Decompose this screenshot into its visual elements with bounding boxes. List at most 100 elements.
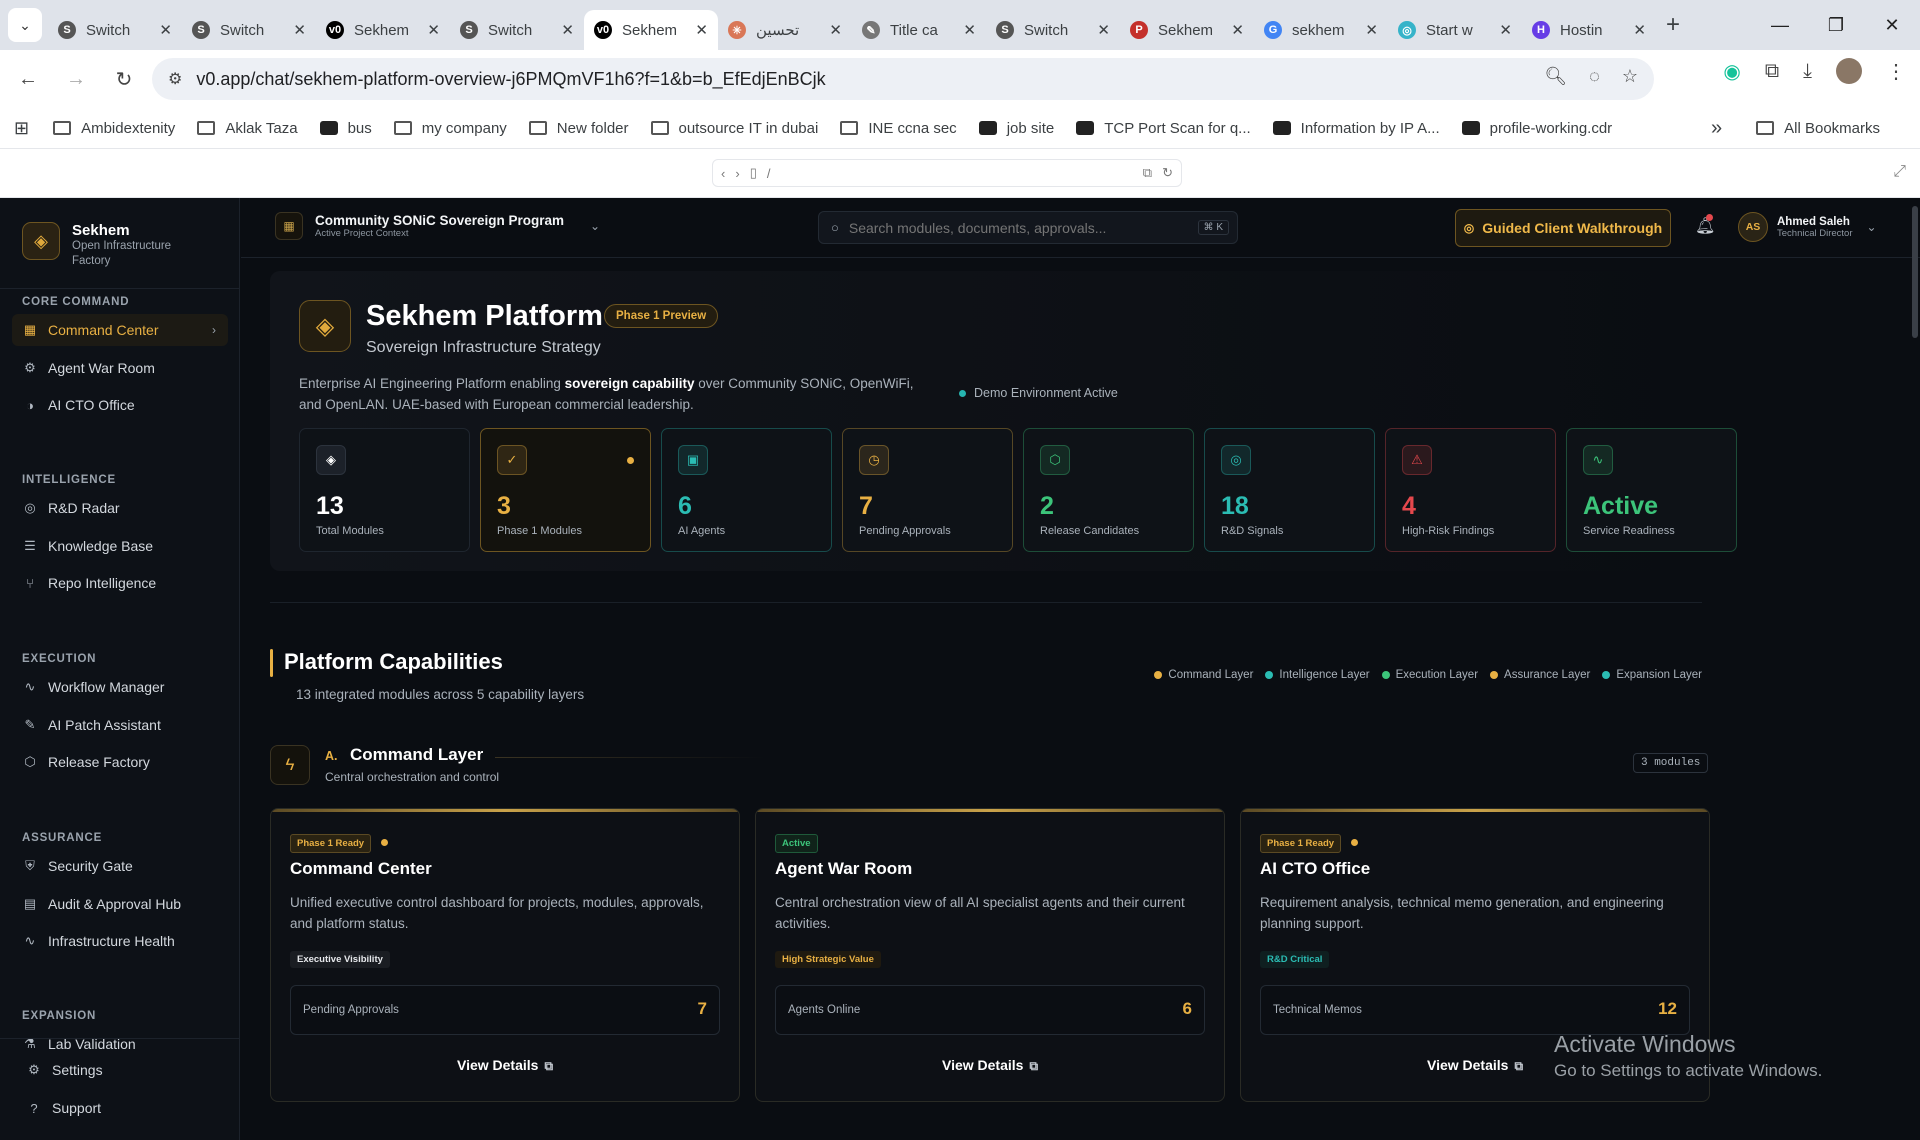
brand[interactable]: ◈ Sekhem Open Infrastructure Factory bbox=[22, 222, 192, 269]
close-tab-icon[interactable]: ✕ bbox=[1231, 21, 1244, 39]
radar-icon: ◎ bbox=[24, 500, 36, 515]
demo-status-label: Demo Environment Active bbox=[974, 386, 1118, 400]
module-card[interactable]: Active Agent War Room Central orchestratio… bbox=[755, 808, 1225, 1102]
sidebar-item-ai-patch-assistant[interactable]: ✎ AI Patch Assistant bbox=[12, 709, 228, 741]
menu-icon[interactable]: ⋮ bbox=[1886, 59, 1906, 84]
browser-tab[interactable]: P Sekhem ✕ bbox=[1120, 10, 1254, 50]
close-tab-icon[interactable]: ✕ bbox=[293, 21, 306, 39]
eye-off-icon[interactable]: ◌ bbox=[1589, 66, 1600, 87]
close-tab-icon[interactable]: ✕ bbox=[427, 21, 440, 39]
bookmark-item[interactable]: my company bbox=[393, 120, 507, 137]
section-title: Platform Capabilities bbox=[284, 649, 503, 674]
stat-card[interactable]: ◈ 13 Total Modules bbox=[299, 428, 470, 552]
close-tab-icon[interactable]: ✕ bbox=[1499, 21, 1512, 39]
chevron-right-icon[interactable]: » bbox=[1711, 117, 1722, 140]
sidebar-item-ai-cto-office[interactable]: ◑ AI CTO Office bbox=[12, 389, 228, 421]
bookmark-item[interactable]: outsource IT in dubai bbox=[650, 120, 818, 137]
sidebar-item-workflow-manager[interactable]: ∿ Workflow Manager bbox=[12, 671, 228, 703]
sidebar-item-settings[interactable]: ⚙ Settings bbox=[16, 1054, 232, 1086]
sidebar-item-audit-approval-hub[interactable]: ▤ Audit & Approval Hub bbox=[12, 888, 228, 920]
sidebar-item-security-gate[interactable]: ⛨ Security Gate bbox=[12, 850, 228, 882]
sidebar-item-release-factory[interactable]: ⬡ Release Factory bbox=[12, 746, 228, 778]
back-icon[interactable]: ← bbox=[8, 59, 48, 99]
sidebar-item-command-center[interactable]: ▦ Command Center › bbox=[12, 314, 228, 346]
close-tab-icon[interactable]: ✕ bbox=[561, 21, 574, 39]
profile-avatar[interactable] bbox=[1836, 58, 1862, 84]
browser-tab[interactable]: S Switch ✕ bbox=[986, 10, 1120, 50]
refresh-icon[interactable]: ↻ bbox=[1162, 165, 1173, 181]
arrow-left-icon[interactable]: ‹ bbox=[721, 166, 725, 181]
zoom-icon[interactable]: 🔍︎ bbox=[1544, 66, 1567, 87]
tab-search-button[interactable]: ⌄ bbox=[8, 8, 42, 42]
stat-card[interactable]: ◎ 18 R&D Signals bbox=[1204, 428, 1375, 552]
expand-icon[interactable]: ⤢ bbox=[1893, 163, 1906, 181]
new-tab-button[interactable]: + bbox=[1666, 11, 1680, 39]
device-icon[interactable]: ▯ bbox=[750, 165, 757, 181]
bookmark-item[interactable]: INE ccna sec bbox=[840, 120, 957, 137]
project-switcher[interactable]: ▦ Community SONiC Sovereign Program Acti… bbox=[275, 212, 600, 240]
browser-tab[interactable]: ◎ Start w ✕ bbox=[1388, 10, 1522, 50]
all-bookmarks[interactable]: All Bookmarks bbox=[1756, 120, 1880, 137]
module-card[interactable]: Phase 1 Ready Command Center Unified execu… bbox=[270, 808, 740, 1102]
view-details-button[interactable]: View Details ⧉ bbox=[756, 1057, 1224, 1074]
stat-card[interactable]: ∿ Active Service Readiness bbox=[1566, 428, 1737, 552]
close-tab-icon[interactable]: ✕ bbox=[829, 21, 842, 39]
stat-card[interactable]: ⚠ 4 High-Risk Findings bbox=[1385, 428, 1556, 552]
apps-icon[interactable]: ⊞ bbox=[14, 118, 29, 139]
forward-icon[interactable]: → bbox=[56, 59, 96, 99]
minimize-icon[interactable]: — bbox=[1752, 0, 1808, 50]
browser-tab[interactable]: S Switch ✕ bbox=[450, 10, 584, 50]
browser-tab[interactable]: S Switch ✕ bbox=[182, 10, 316, 50]
user-menu[interactable]: AS Ahmed Saleh Technical Director ⌄ bbox=[1738, 212, 1877, 242]
close-window-icon[interactable]: ✕ bbox=[1864, 0, 1920, 50]
browser-tab[interactable]: ✳ تحسين ✕ bbox=[718, 10, 852, 50]
stat-card[interactable]: ◷ 7 Pending Approvals bbox=[842, 428, 1013, 552]
site-info-icon[interactable]: ⚙ bbox=[168, 69, 182, 89]
close-tab-icon[interactable]: ✕ bbox=[1633, 21, 1646, 39]
browser-tab[interactable]: ✎ Title ca ✕ bbox=[852, 10, 986, 50]
bookmark-item[interactable]: New folder bbox=[528, 120, 629, 137]
browser-tab[interactable]: S Switch ✕ bbox=[48, 10, 182, 50]
browser-tab[interactable]: Gsekhem ✕ bbox=[1254, 10, 1388, 50]
url-text[interactable]: v0.app/chat/sekhem-platform-overview-j6P… bbox=[196, 69, 825, 90]
search-box[interactable]: ○ ⌘ K bbox=[818, 211, 1238, 244]
view-details-button[interactable]: View Details ⧉ bbox=[271, 1057, 739, 1074]
address-bar[interactable]: ⚙ v0.app/chat/sekhem-platform-overview-j… bbox=[152, 58, 1654, 100]
sidebar-item-repo-intelligence[interactable]: ⑂ Repo Intelligence bbox=[12, 567, 228, 599]
bookmark-item[interactable]: profile-working.cdr bbox=[1461, 120, 1612, 137]
star-icon[interactable]: ☆ bbox=[1622, 66, 1638, 87]
stat-card[interactable]: ▣ 6 AI Agents bbox=[661, 428, 832, 552]
sidebar-item-infrastructure-health[interactable]: ∿ Infrastructure Health bbox=[12, 925, 228, 957]
stat-card[interactable]: ⬡ 2 Release Candidates bbox=[1023, 428, 1194, 552]
bookmark-item[interactable]: Aklak Taza bbox=[197, 120, 298, 137]
close-tab-icon[interactable]: ✕ bbox=[159, 21, 172, 39]
browser-tab[interactable]: v0 Sekhem ✕ bbox=[316, 10, 450, 50]
bookmark-item[interactable]: Ambidextenity bbox=[53, 120, 175, 137]
search-input[interactable] bbox=[848, 219, 1179, 236]
bookmark-item[interactable]: Information by IP A... bbox=[1272, 120, 1440, 137]
arrow-right-icon[interactable]: › bbox=[735, 166, 739, 181]
guided-walkthrough-button[interactable]: ◎ Guided Client Walkthrough bbox=[1455, 209, 1671, 247]
stat-card[interactable]: ✓ 3 Phase 1 Modules bbox=[480, 428, 651, 552]
sidebar-item-agent-war-room[interactable]: ⚙ Agent War Room bbox=[12, 352, 228, 384]
extensions-icon[interactable]: ⧉ bbox=[1765, 60, 1779, 83]
download-icon[interactable]: ⤓ bbox=[1803, 60, 1812, 83]
bookmark-item[interactable]: job site bbox=[978, 120, 1054, 137]
close-tab-icon[interactable]: ✕ bbox=[1365, 21, 1378, 39]
preview-address[interactable]: ‹ › ▯ / ⧉ ↻ bbox=[712, 159, 1182, 187]
close-tab-icon[interactable]: ✕ bbox=[963, 21, 976, 39]
grammarly-icon[interactable]: ◉ bbox=[1723, 59, 1740, 84]
reload-icon[interactable]: ↻ bbox=[104, 59, 144, 99]
sidebar-item-support[interactable]: ? Support bbox=[16, 1092, 232, 1124]
browser-tab[interactable]: v0 Sekhem ✕ bbox=[584, 10, 718, 50]
browser-tab[interactable]: H Hostin ✕ bbox=[1522, 10, 1656, 50]
sidebar-item-knowledge-base[interactable]: ☰ Knowledge Base bbox=[12, 530, 228, 562]
scrollbar[interactable] bbox=[1912, 206, 1918, 338]
restore-icon[interactable]: ❐ bbox=[1808, 0, 1864, 50]
external-link-icon[interactable]: ⧉ bbox=[1143, 165, 1152, 181]
sidebar-item-r-d-radar[interactable]: ◎ R&D Radar bbox=[12, 492, 228, 524]
close-tab-icon[interactable]: ✕ bbox=[695, 21, 708, 39]
bookmark-item[interactable]: TCP Port Scan for q... bbox=[1076, 120, 1251, 137]
close-tab-icon[interactable]: ✕ bbox=[1097, 21, 1110, 39]
bookmark-item[interactable]: bus bbox=[319, 120, 372, 137]
